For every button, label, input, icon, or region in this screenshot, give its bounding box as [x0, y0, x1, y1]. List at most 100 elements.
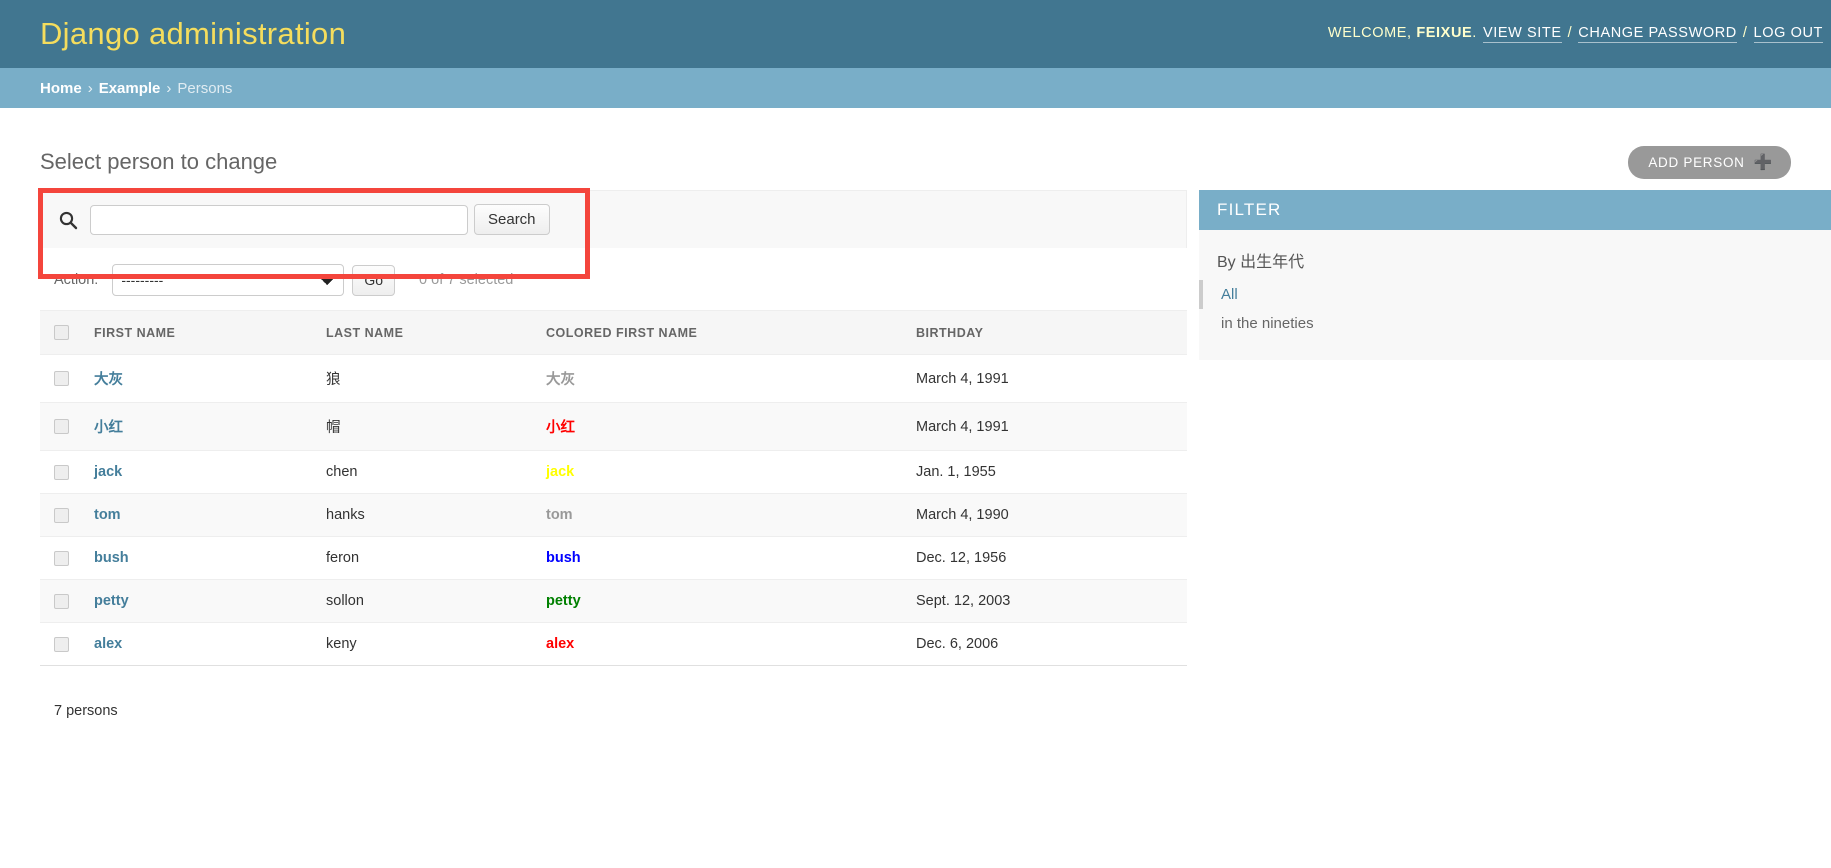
changelist: Search Action: --------- Go 0 of 7 selec…	[0, 188, 1831, 733]
cell-birthday: Dec. 12, 1956	[906, 536, 1187, 581]
row-select-checkbox[interactable]	[54, 371, 69, 387]
person-link[interactable]: alex	[94, 636, 122, 652]
breadcrumb-persons: Persons	[177, 79, 233, 97]
row-select-checkbox[interactable]	[54, 507, 69, 523]
row-select-cell	[40, 579, 84, 624]
row-select-cell	[40, 493, 84, 538]
cell-last-name: chen	[316, 450, 536, 495]
filter-item-link[interactable]: All	[1221, 286, 1238, 303]
cell-last-name: keny	[316, 622, 536, 667]
view-site-link[interactable]: VIEW SITE	[1482, 25, 1562, 43]
filter-item[interactable]: in the nineties	[1199, 309, 1831, 338]
log-out-link[interactable]: LOG OUT	[1753, 25, 1823, 43]
row-select-cell	[40, 402, 84, 452]
table-row: jack chen jack Jan. 1, 1955	[40, 450, 1187, 495]
row-select-checkbox[interactable]	[54, 636, 69, 652]
filter-item-link[interactable]: in the nineties	[1221, 315, 1314, 332]
link-separator-1: /	[1567, 25, 1573, 41]
changelist-main: Search Action: --------- Go 0 of 7 selec…	[38, 188, 1187, 733]
cell-first-name: jack	[84, 450, 316, 495]
table-row: petty sollon petty Sept. 12, 2003	[40, 579, 1187, 624]
column-header-last-name[interactable]: LAST NAME	[316, 309, 536, 356]
breadcrumb-separator-1: ›	[87, 79, 93, 97]
search-input[interactable]	[90, 204, 468, 235]
cell-first-name: tom	[84, 493, 316, 538]
admin-page: Django administration WELCOME, FEIXUE. VI…	[0, 0, 1831, 733]
cell-colored-first-name: petty	[536, 579, 906, 624]
change-password-link[interactable]: CHANGE PASSWORD	[1578, 25, 1737, 43]
select-all-checkbox[interactable]	[54, 325, 69, 341]
plus-icon: ➕	[1753, 153, 1773, 171]
row-select-cell	[40, 622, 84, 667]
cell-colored-first-name: alex	[536, 622, 906, 667]
table-row: bush feron bush Dec. 12, 1956	[40, 536, 1187, 581]
person-link[interactable]: bush	[94, 550, 129, 566]
filter-sidebar: FILTER By 出生年代 All in the nineties	[1199, 190, 1831, 360]
table-row: 大灰狼大灰 March 4, 1991	[40, 354, 1187, 404]
cell-last-name: 狼	[316, 354, 536, 404]
cell-first-name: 小红	[84, 402, 316, 452]
filter-list: All in the nineties	[1199, 280, 1831, 360]
row-select-checkbox[interactable]	[54, 464, 69, 480]
user-tools: WELCOME, FEIXUE. VIEW SITE / CHANGE PASSWOR…	[1328, 25, 1831, 43]
results-table: FIRST NAME LAST NAME COLORED FIRST NAME …	[40, 309, 1187, 667]
filter-group-label: By 出生年代	[1217, 254, 1305, 271]
cell-last-name: sollon	[316, 579, 536, 624]
cell-last-name: 帽	[316, 402, 536, 452]
cell-first-name: bush	[84, 536, 316, 581]
cell-colored-first-name: jack	[536, 450, 906, 495]
column-header-colored-first-name[interactable]: COLORED FIRST NAME	[536, 309, 906, 356]
breadcrumb-home[interactable]: Home	[40, 80, 82, 97]
breadcrumb-separator-2: ›	[166, 79, 172, 97]
cell-birthday: March 4, 1991	[906, 402, 1187, 452]
row-select-cell	[40, 354, 84, 404]
person-link[interactable]: petty	[94, 593, 129, 609]
cell-birthday: March 4, 1990	[906, 493, 1187, 538]
link-separator-2: /	[1742, 25, 1748, 41]
filter-item[interactable]: All	[1199, 280, 1831, 309]
row-select-checkbox[interactable]	[54, 550, 69, 566]
person-link[interactable]: 大灰	[94, 372, 123, 388]
action-go-button[interactable]: Go	[352, 264, 396, 296]
action-select[interactable]: ---------	[112, 264, 345, 296]
colored-name-text: 小红	[546, 420, 575, 437]
table-row: alex keny alex Dec. 6, 2006	[40, 622, 1187, 667]
add-person-label: ADD PERSON	[1648, 154, 1745, 170]
results-table-head: FIRST NAME LAST NAME COLORED FIRST NAME …	[40, 309, 1187, 356]
site-header: Django administration WELCOME, FEIXUE. VI…	[0, 0, 1831, 68]
colored-name-text: 大灰	[546, 372, 575, 389]
person-link[interactable]: 小红	[94, 420, 123, 436]
person-link[interactable]: tom	[94, 507, 121, 523]
row-select-cell	[40, 450, 84, 495]
add-person-button[interactable]: ADD PERSON ➕	[1628, 145, 1791, 179]
table-row: 小红帽小红 March 4, 1991	[40, 402, 1187, 452]
search-icon	[55, 210, 81, 230]
results-table-body: 大灰狼大灰 March 4, 1991 小红帽小红 March 4, 1991 jack…	[40, 354, 1187, 667]
cell-colored-first-name: bush	[536, 536, 906, 581]
row-select-cell	[40, 536, 84, 581]
colored-name-text: tom	[546, 507, 573, 524]
row-select-checkbox[interactable]	[54, 593, 69, 609]
table-header-row: FIRST NAME LAST NAME COLORED FIRST NAME …	[40, 309, 1187, 356]
table-row: tom hanks tom March 4, 1990	[40, 493, 1187, 538]
content-title-row: Select person to change ADD PERSON ➕	[0, 134, 1831, 190]
cell-birthday: March 4, 1991	[906, 354, 1187, 404]
cell-colored-first-name: tom	[536, 493, 906, 538]
actions-bar: Action: --------- Go 0 of 7 selected	[40, 248, 1187, 310]
row-select-checkbox[interactable]	[54, 419, 69, 435]
cell-colored-first-name: 大灰	[536, 354, 906, 404]
person-link[interactable]: jack	[94, 464, 122, 480]
cell-first-name: 大灰	[84, 354, 316, 404]
colored-name-text: petty	[546, 593, 581, 610]
select-all-header	[40, 309, 84, 356]
cell-last-name: feron	[316, 536, 536, 581]
cell-birthday: Dec. 6, 2006	[906, 622, 1187, 667]
filter-title: FILTER	[1199, 190, 1831, 230]
welcome-label: WELCOME,	[1327, 25, 1412, 41]
search-submit-button[interactable]: Search	[474, 204, 550, 235]
breadcrumb-example[interactable]: Example	[99, 80, 161, 97]
colored-name-text: alex	[546, 636, 575, 653]
column-header-birthday[interactable]: BIRTHDAY	[906, 309, 1187, 356]
period-separator: .	[1472, 25, 1477, 41]
column-header-first-name[interactable]: FIRST NAME	[84, 309, 316, 356]
